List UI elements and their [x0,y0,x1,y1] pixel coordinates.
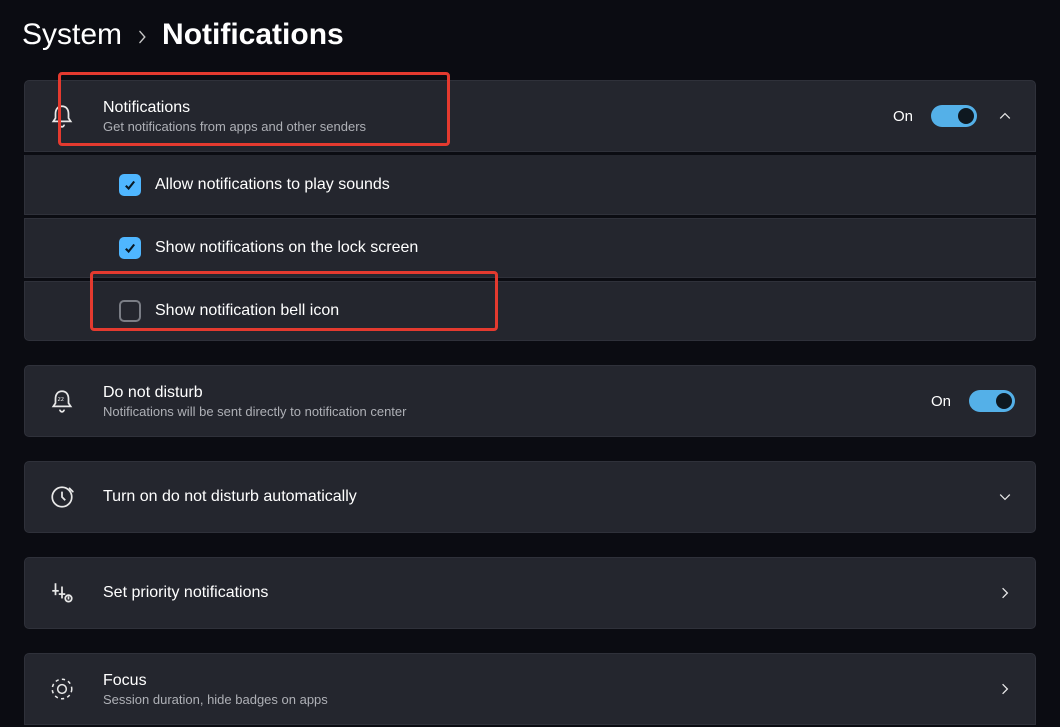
dnd-row[interactable]: zz Do not disturb Notifications will be … [24,365,1036,437]
focus-row[interactable]: Focus Session duration, hide badges on a… [24,653,1036,725]
checkbox-bell-label: Show notification bell icon [155,302,339,320]
checkbox-bell[interactable] [119,300,141,322]
focus-subtitle: Session duration, hide badges on apps [103,692,975,707]
bell-icon [41,95,83,137]
chevron-right-icon [136,20,148,50]
priority-title: Set priority notifications [103,584,975,602]
notifications-state-label: On [893,108,913,125]
dnd-subtitle: Notifications will be sent directly to n… [103,404,911,419]
focus-title: Focus [103,672,975,690]
priority-row[interactable]: Set priority notifications [24,557,1036,629]
breadcrumb-current: Notifications [162,18,344,52]
notifications-subtitle: Get notifications from apps and other se… [103,119,873,134]
dnd-icon: zz [41,380,83,422]
chevron-right-icon[interactable] [995,679,1015,699]
svg-text:zz: zz [58,396,64,403]
chevron-right-icon[interactable] [995,583,1015,603]
checkbox-sounds-label: Allow notifications to play sounds [155,176,390,194]
notifications-row[interactable]: Notifications Get notifications from app… [24,80,1036,152]
notifications-title: Notifications [103,99,873,117]
notifications-sub-lockscreen[interactable]: Show notifications on the lock screen [24,218,1036,278]
notifications-sub-bell[interactable]: Show notification bell icon [24,281,1036,341]
clock-icon [41,476,83,518]
breadcrumb-root[interactable]: System [22,18,122,52]
checkbox-lockscreen-label: Show notifications on the lock screen [155,239,418,257]
dnd-auto-row[interactable]: Turn on do not disturb automatically [24,461,1036,533]
dnd-toggle[interactable] [969,390,1015,412]
dnd-title: Do not disturb [103,384,911,402]
chevron-up-icon[interactable] [995,106,1015,126]
checkbox-sounds[interactable] [119,174,141,196]
focus-icon [41,668,83,710]
breadcrumb: System Notifications [20,18,1040,52]
notifications-sub-sounds[interactable]: Allow notifications to play sounds [24,155,1036,215]
checkbox-lockscreen[interactable] [119,237,141,259]
dnd-auto-title: Turn on do not disturb automatically [103,488,975,506]
priority-icon [41,572,83,614]
dnd-state-label: On [931,393,951,410]
chevron-down-icon[interactable] [995,487,1015,507]
notifications-toggle[interactable] [931,105,977,127]
